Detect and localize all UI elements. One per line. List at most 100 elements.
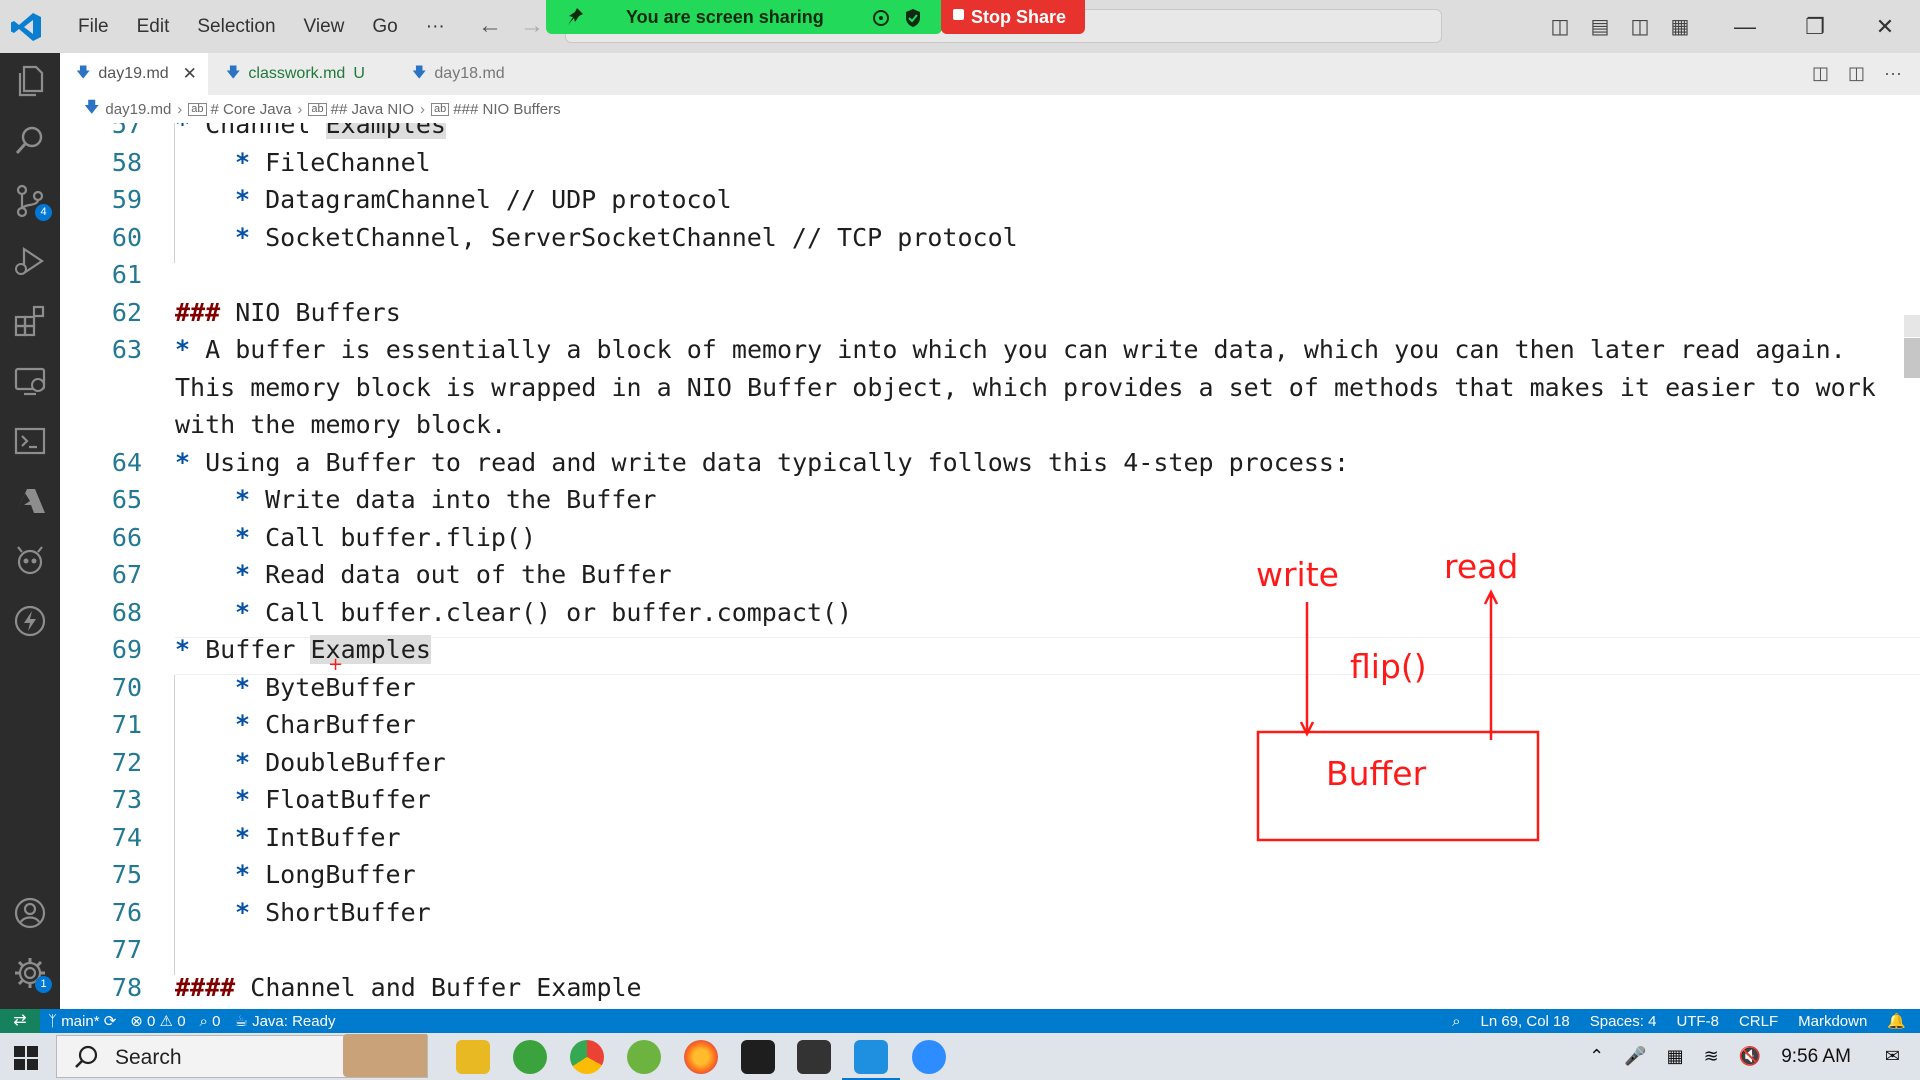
chrome-icon[interactable] — [570, 1040, 604, 1074]
editor-line[interactable]: 72 * DoubleBuffer — [60, 744, 1920, 782]
forward-arrow-icon[interactable]: → — [520, 12, 544, 39]
azure-icon[interactable] — [12, 483, 48, 519]
clock-time[interactable]: 9:56 AM — [1781, 1046, 1851, 1068]
editor-text-area[interactable]: 57 * Channel Examples 58 * FileChannel 59 * D… — [60, 123, 1920, 1009]
remote-indicator-icon[interactable]: ⇄ — [0, 1009, 40, 1033]
editor-line[interactable]: 61 — [60, 256, 1920, 294]
search-icon[interactable] — [12, 123, 48, 159]
indentation[interactable]: Spaces: 4 — [1590, 1013, 1657, 1030]
ports-status[interactable]: ⌕ 0 — [200, 1013, 221, 1030]
editor-line[interactable]: 75 * LongBuffer — [60, 856, 1920, 894]
terminal-app-icon[interactable] — [741, 1040, 775, 1074]
editor-line[interactable]: 74 * IntBuffer — [60, 819, 1920, 857]
menu-file[interactable]: File — [64, 16, 123, 38]
close-tab-icon[interactable]: ✕ — [183, 64, 197, 84]
zoom-app-icon[interactable] — [912, 1040, 946, 1074]
toggle-secondary-sidebar-icon[interactable]: ◫ — [1620, 14, 1660, 39]
volume-muted-icon[interactable]: 🔇 — [1739, 1046, 1761, 1067]
editor-line[interactable]: 71 * CharBuffer — [60, 706, 1920, 744]
vscode-taskbar-icon[interactable] — [842, 1040, 900, 1080]
breadcrumb-item[interactable]: # Core Java — [211, 101, 292, 118]
breadcrumb-item[interactable]: ### NIO Buffers — [453, 101, 560, 118]
microphone-icon[interactable]: 🎤 — [1624, 1046, 1646, 1067]
notifications-bell-icon[interactable]: 🔔 — [1887, 1012, 1906, 1030]
screen-share-banner[interactable]: You are screen sharing — [546, 0, 942, 34]
accounts-icon[interactable] — [12, 895, 48, 931]
line-ending[interactable]: CRLF — [1739, 1013, 1778, 1030]
back-arrow-icon[interactable]: ← — [478, 12, 502, 39]
open-preview-icon[interactable]: ◫ — [1812, 63, 1829, 83]
editor-line[interactable]: 73 * FloatBuffer — [60, 781, 1920, 819]
editor-line[interactable]: 60 * SocketChannel, ServerSocketChannel /… — [60, 219, 1920, 257]
file-explorer-icon[interactable] — [456, 1040, 490, 1074]
lightning-icon[interactable] — [12, 603, 48, 639]
menu-selection[interactable]: Selection — [183, 16, 289, 38]
breadcrumb-item[interactable]: day19.md — [105, 101, 171, 118]
security-shield-icon[interactable] — [904, 8, 922, 28]
sync-icon[interactable]: ⟳ — [104, 1013, 117, 1030]
firefox-icon[interactable] — [684, 1040, 718, 1074]
editor-line[interactable]: 63 * A buffer is essentially a block of m… — [60, 331, 1920, 369]
wifi-icon[interactable]: ≋ — [1704, 1046, 1719, 1067]
run-and-debug-icon[interactable] — [12, 243, 48, 279]
menu-view[interactable]: View — [290, 16, 359, 38]
editor-line[interactable]: 57 * Channel Examples — [60, 123, 1920, 144]
editor-line[interactable]: 78 #### Channel and Buffer Example — [60, 969, 1920, 1007]
extensions-icon[interactable] — [12, 303, 48, 339]
remote-explorer-icon[interactable] — [12, 363, 48, 399]
language-mode[interactable]: Markdown — [1798, 1013, 1867, 1030]
encoding[interactable]: UTF-8 — [1676, 1013, 1719, 1030]
explorer-icon[interactable] — [12, 63, 48, 99]
close-window-icon[interactable]: ✕ — [1850, 14, 1920, 40]
java-status[interactable]: ☕ Java: Ready — [234, 1012, 335, 1030]
breadcrumb-item[interactable]: ## Java NIO — [331, 101, 414, 118]
editor-line[interactable]: 69 * Buffer Examples — [60, 631, 1920, 669]
branch-status[interactable]: ᛉ main* ⟳ — [48, 1012, 116, 1030]
menu-more[interactable]: ··· — [412, 16, 459, 38]
editor-line[interactable]: 62 ### NIO Buffers — [60, 294, 1920, 332]
media-app-icon[interactable] — [797, 1040, 831, 1074]
battery-icon[interactable]: ▦ — [1667, 1046, 1684, 1067]
tab-classwork[interactable]: 🡇 classwork.md U — [210, 53, 390, 95]
menu-edit[interactable]: Edit — [123, 16, 184, 38]
split-editor-icon[interactable]: ◫ — [1848, 63, 1865, 83]
toggle-panel-icon[interactable]: ▤ — [1580, 14, 1620, 39]
editor-line[interactable]: 59 * DatagramChannel // UDP protocol — [60, 181, 1920, 219]
copilot-icon[interactable] — [12, 543, 48, 579]
customize-layout-icon[interactable]: ▦ — [1660, 14, 1700, 39]
editor-line[interactable]: 68 * Call buffer.clear() or buffer.compac… — [60, 594, 1920, 632]
tab-day18[interactable]: 🡇 day18.md — [396, 53, 546, 95]
editor-line[interactable]: with the memory block. — [60, 406, 1920, 444]
more-actions-icon[interactable]: ··· — [1884, 63, 1902, 83]
show-hidden-icons-chevron-icon[interactable]: ⌃ — [1589, 1046, 1604, 1067]
stop-share-button[interactable]: Stop Share — [941, 0, 1085, 34]
spring-boot-icon[interactable] — [627, 1040, 661, 1074]
tab-day19[interactable]: 🡇 day19.md ✕ — [60, 53, 208, 95]
editor-line[interactable]: This memory block is wrapped in a NIO Bu… — [60, 369, 1920, 407]
menu-go[interactable]: Go — [358, 16, 411, 38]
manage-gear-icon[interactable]: 1 — [12, 955, 52, 993]
editor-line[interactable]: 64 * Using a Buffer to read and write dat… — [60, 444, 1920, 482]
editor-line[interactable]: 67 * Read data out of the Buffer — [60, 556, 1920, 594]
spring-tools-icon[interactable] — [513, 1040, 547, 1074]
minimize-icon[interactable]: — — [1710, 14, 1780, 40]
restore-icon[interactable]: ❐ — [1780, 14, 1850, 40]
notification-center-icon[interactable]: ✉ — [1885, 1046, 1900, 1067]
editor-line[interactable]: 65 * Write data into the Buffer — [60, 481, 1920, 519]
editor-line[interactable]: 66 * Call buffer.flip() — [60, 519, 1920, 557]
problems-status[interactable]: ⊗ 0 ⚠ 0 — [130, 1012, 185, 1030]
editor-line[interactable]: 77 — [60, 931, 1920, 969]
toggle-primary-sidebar-icon[interactable]: ◫ — [1540, 14, 1580, 39]
editor-line[interactable]: 58 * FileChannel — [60, 144, 1920, 182]
windows-start-icon[interactable] — [14, 1046, 38, 1070]
terminal-icon[interactable] — [12, 423, 48, 459]
source-control-icon[interactable]: 4 — [12, 183, 52, 221]
pin-icon[interactable] — [566, 7, 584, 27]
taskbar-search[interactable]: Search — [56, 1034, 428, 1078]
vscode-logo-icon[interactable] — [10, 12, 42, 42]
zoom-icon[interactable]: ⌕ — [1452, 1013, 1460, 1030]
annotate-icon[interactable] — [872, 9, 890, 27]
editor-line[interactable]: 76 * ShortBuffer — [60, 894, 1920, 932]
cursor-position[interactable]: Ln 69, Col 18 — [1480, 1013, 1569, 1030]
editor-line[interactable]: 70 * ByteBuffer — [60, 669, 1920, 707]
